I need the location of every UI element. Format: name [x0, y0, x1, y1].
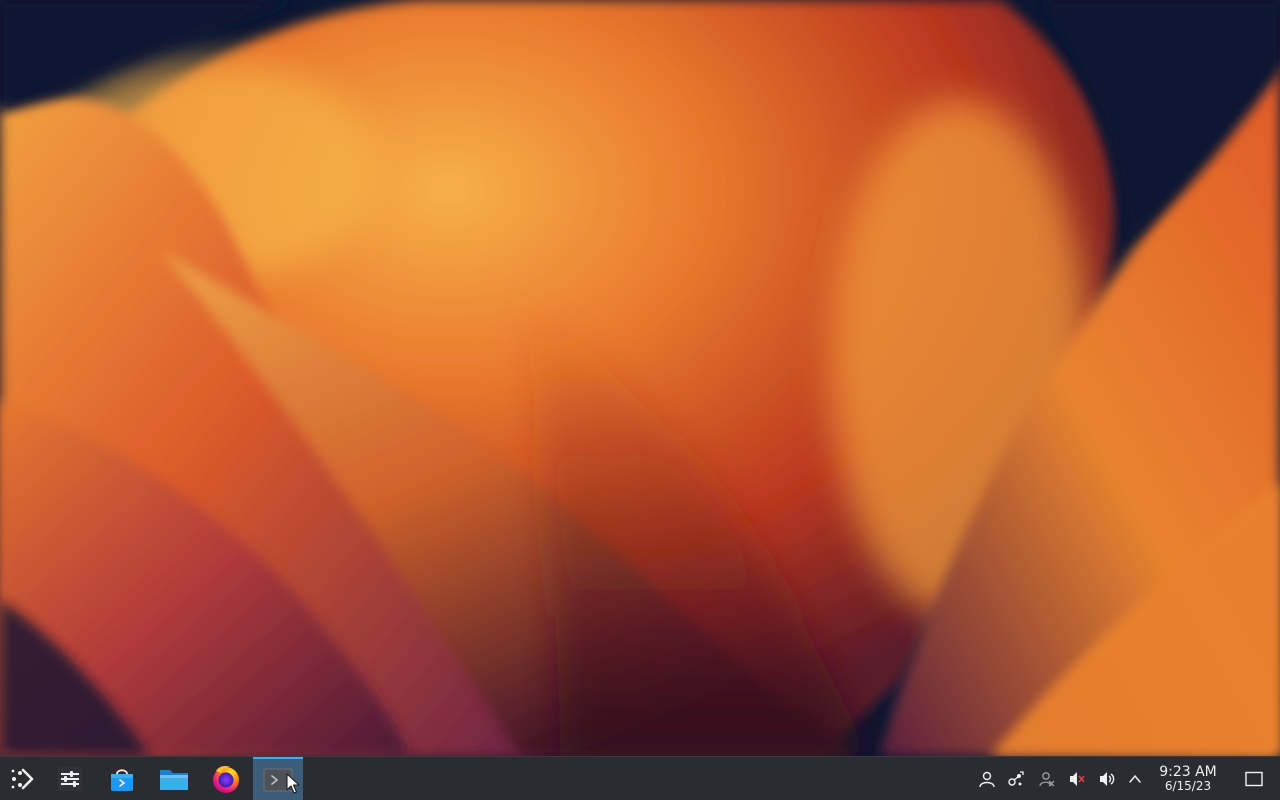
- show-desktop-icon: [1245, 771, 1263, 786]
- volume-muted-icon: [1070, 771, 1085, 786]
- clock-date: 6/15/23: [1164, 778, 1212, 793]
- tray-user[interactable]: [973, 757, 1001, 800]
- terminal-icon: [263, 768, 293, 791]
- digital-clock[interactable]: 9:23 AM 6/15/23: [1150, 757, 1226, 800]
- task-discover[interactable]: [97, 757, 147, 800]
- folder-icon: [160, 769, 188, 790]
- task-firefox[interactable]: [201, 757, 251, 800]
- tray-kde-connect[interactable]: [1002, 757, 1030, 800]
- tray-accounts[interactable]: [1033, 757, 1061, 800]
- desktop-wallpaper: [0, 0, 1280, 756]
- clock-time: 9:23 AM: [1159, 763, 1217, 780]
- user-icon: [979, 771, 995, 787]
- task-konsole[interactable]: [253, 757, 303, 800]
- desktop: 9:23 AM 6/15/23: [0, 0, 1280, 800]
- task-system-settings[interactable]: [45, 757, 95, 800]
- tray-volume[interactable]: [1093, 757, 1121, 800]
- firefox-icon: [213, 765, 239, 793]
- kde-connect-icon: [1008, 770, 1024, 786]
- chevron-up-icon: [1129, 774, 1141, 783]
- application-launcher-button[interactable]: [0, 757, 44, 800]
- tray-expand-button[interactable]: [1121, 757, 1149, 800]
- task-dolphin[interactable]: [149, 757, 199, 800]
- volume-icon: [1100, 771, 1115, 786]
- taskbar: 9:23 AM 6/15/23: [0, 756, 1280, 800]
- user-disabled-icon: [1039, 771, 1055, 786]
- store-bag-icon: [111, 768, 133, 791]
- tray-audio-muted[interactable]: [1063, 757, 1091, 800]
- settings-sliders-icon: [58, 766, 82, 791]
- kde-application-launcher-icon: [11, 768, 34, 789]
- show-desktop-button[interactable]: [1236, 757, 1272, 800]
